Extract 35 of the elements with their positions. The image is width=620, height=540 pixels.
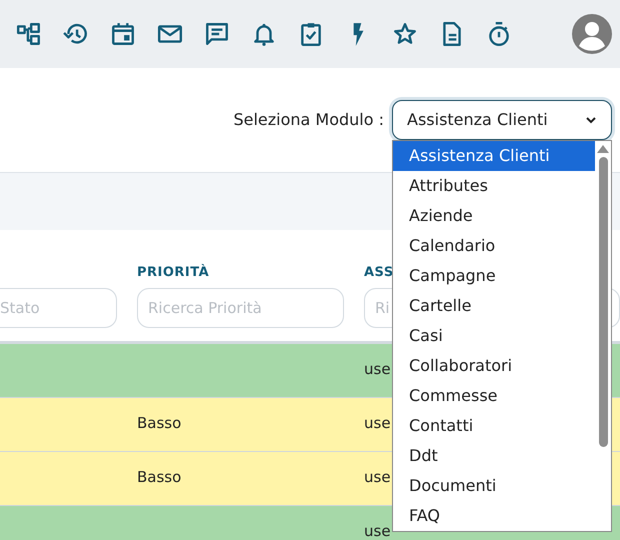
column-header: ASS xyxy=(364,264,394,282)
dropdown-option[interactable]: Contatti xyxy=(393,411,595,441)
table-cell: use xyxy=(364,360,391,378)
search-field[interactable]: Stato xyxy=(0,288,117,328)
dropdown-option[interactable]: Calendario xyxy=(393,231,595,261)
hierarchy-icon[interactable] xyxy=(16,21,42,47)
calendar-icon[interactable] xyxy=(110,21,136,47)
dropdown-option[interactable]: Cartelle xyxy=(393,291,595,321)
chat-icon[interactable] xyxy=(204,21,230,47)
table-cell: Basso xyxy=(137,468,182,486)
table-cell: use xyxy=(364,522,391,540)
module-select[interactable]: Assistenza Clienti xyxy=(392,100,612,140)
dropdown-option[interactable]: Casi xyxy=(393,321,595,351)
dropdown-option[interactable]: Campagne xyxy=(393,261,595,291)
dropdown-option[interactable]: Commesse xyxy=(393,381,595,411)
clipboard-check-icon[interactable] xyxy=(298,21,324,47)
table-cell: use xyxy=(364,468,391,486)
dropdown-option[interactable]: FAQ xyxy=(393,501,595,531)
dropdown-option[interactable]: Ddt xyxy=(393,441,595,471)
table-cell: Basso xyxy=(137,414,182,432)
dropdown-option[interactable]: Assistenza Clienti xyxy=(393,141,595,171)
table-cell: use xyxy=(364,414,391,432)
scroll-up-icon[interactable] xyxy=(597,145,609,153)
dropdown-option[interactable]: Aziende xyxy=(393,201,595,231)
dropdown-option[interactable]: Collaboratori xyxy=(393,351,595,381)
bell-icon[interactable] xyxy=(251,21,277,47)
search-field[interactable]: Ricerca Priorità xyxy=(137,288,344,328)
dropdown-option[interactable]: Documenti xyxy=(393,471,595,501)
dropdown-option[interactable]: Attributes xyxy=(393,171,595,201)
field-label: Seleziona Modulo : xyxy=(233,109,384,131)
scrollbar-thumb[interactable] xyxy=(598,157,608,447)
avatar-icon[interactable] xyxy=(572,14,612,54)
column-header: PRIORITÀ xyxy=(137,263,210,282)
star-icon[interactable] xyxy=(392,21,418,47)
stopwatch-icon[interactable] xyxy=(486,21,512,47)
